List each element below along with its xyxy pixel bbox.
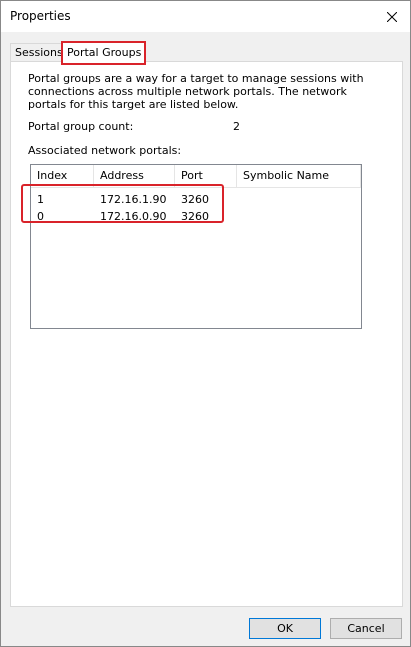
cancel-button[interactable]: Cancel: [330, 618, 402, 639]
associated-portals-label: Associated network portals:: [28, 144, 182, 157]
tab-sessions[interactable]: Sessions: [10, 43, 65, 61]
close-button[interactable]: [374, 1, 410, 32]
column-header-index[interactable]: Index: [31, 165, 94, 187]
column-header-port[interactable]: Port: [175, 165, 237, 187]
column-header-address[interactable]: Address: [94, 165, 175, 187]
description-text: Portal groups are a way for a target to …: [28, 72, 364, 111]
cell-port: 3260: [181, 210, 209, 223]
portal-group-count-value: 2: [233, 120, 240, 133]
portal-group-count-label: Portal group count:: [28, 120, 134, 133]
list-header: Index Address Port Symbolic Name: [31, 165, 361, 188]
tab-portal-groups[interactable]: Portal Groups: [61, 41, 146, 65]
cell-index: 0: [37, 210, 44, 223]
cell-port: 3260: [181, 193, 209, 206]
column-header-symbolic-name[interactable]: Symbolic Name: [237, 165, 361, 187]
cell-address: 172.16.0.90: [100, 210, 167, 223]
network-portals-list[interactable]: Index Address Port Symbolic Name 1 172.1…: [30, 164, 362, 329]
cell-address: 172.16.1.90: [100, 193, 167, 206]
ok-button[interactable]: OK: [249, 618, 321, 639]
table-row[interactable]: 0 172.16.0.90 3260: [31, 208, 231, 225]
cell-index: 1: [37, 193, 44, 206]
properties-window: Properties Sessions Portal Groups Portal…: [0, 0, 411, 647]
title-bar: Properties: [1, 1, 410, 32]
close-icon: [387, 11, 397, 22]
window-title: Properties: [10, 9, 71, 23]
tab-panel: Portal groups are a way for a target to …: [10, 61, 403, 607]
table-row[interactable]: 1 172.16.1.90 3260: [31, 191, 231, 208]
